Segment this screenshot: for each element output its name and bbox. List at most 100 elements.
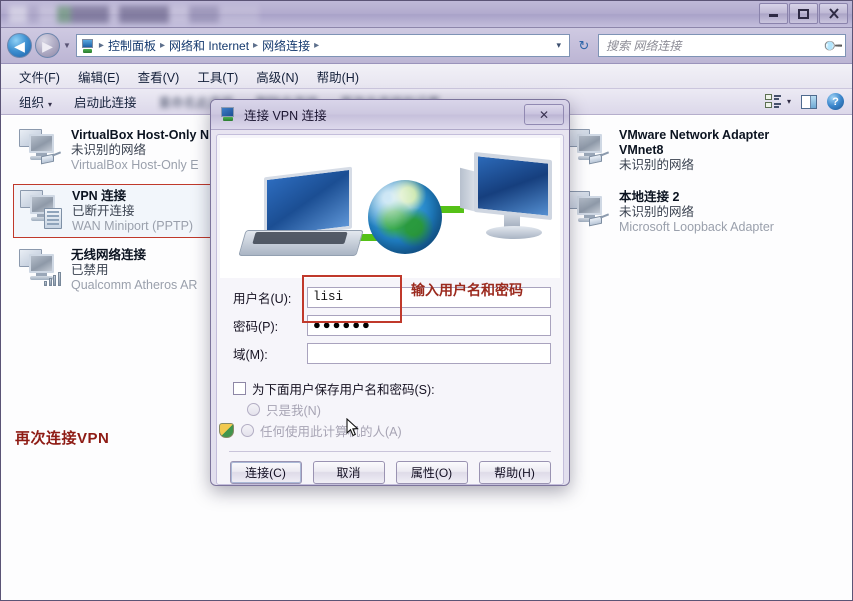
connection-device: Microsoft Loopback Adapter	[619, 220, 774, 234]
menu-item-advanced[interactable]: 高级(N)	[256, 67, 298, 86]
annotation-reconnect-vpn: 再次连接VPN	[15, 430, 110, 447]
server-stack-icon	[44, 208, 62, 229]
cable-plug-icon	[589, 151, 610, 166]
radio-anyone-row[interactable]: 任何使用此计算机的人(A)	[219, 420, 551, 441]
view-chevron-down-icon[interactable]: ▾	[787, 97, 791, 106]
cancel-button[interactable]: 取消	[312, 461, 385, 484]
organize-button[interactable]: 组织 ▾	[19, 92, 52, 111]
breadcrumb-item-0[interactable]: 控制面板	[105, 35, 159, 56]
breadcrumb-item-1[interactable]: 网络和 Internet	[166, 35, 252, 56]
connection-name: VPN 连接	[72, 189, 127, 203]
connection-status: 已断开连接	[72, 204, 135, 218]
connection-status: 未识别的网络	[619, 205, 695, 219]
address-bar: ◀ ▶ ▼ ▸ 控制面板 ▸ 网络和 Internet ▸ 网络连接 ▸ ▾ ↻…	[1, 28, 852, 64]
network-computer-icon	[17, 127, 63, 169]
save-credentials-row[interactable]: 为下面用户保存用户名和密码(S):	[233, 378, 551, 399]
window-controls	[759, 3, 848, 24]
signal-bars-icon	[44, 270, 62, 286]
refresh-icon[interactable]: ↻	[573, 34, 595, 57]
preview-pane-icon[interactable]	[801, 94, 817, 109]
search-icon: 🔍	[821, 34, 844, 57]
list-item-text: VPN 连接 已断开连接 WAN Miniport (PPTP)	[72, 188, 193, 234]
connect-button[interactable]: 连接(C)	[229, 461, 302, 484]
save-credentials-checkbox[interactable]	[233, 382, 246, 395]
maximize-button[interactable]	[789, 3, 818, 24]
history-chevron-down-icon[interactable]: ▼	[63, 41, 71, 50]
help-icon[interactable]: ?	[827, 93, 844, 110]
shield-icon	[219, 423, 234, 438]
menu-item-help[interactable]: 帮助(H)	[317, 67, 359, 86]
domain-label: 域(M):	[233, 347, 268, 362]
connection-device: VirtualBox Host-Only E	[71, 158, 199, 172]
network-computer-icon	[18, 188, 64, 230]
laptop-icon	[238, 166, 364, 260]
dialog-close-button[interactable]: ✕	[524, 104, 564, 125]
window-title-bar[interactable]	[1, 1, 852, 28]
password-input[interactable]: ●●●●●●	[307, 314, 551, 336]
breadcrumb-separator: ▸	[98, 40, 104, 51]
breadcrumb-separator: ▸	[314, 40, 320, 51]
save-credentials-options: 为下面用户保存用户名和密码(S): 只是我(N) 任何使用此计算机的人(A)	[217, 370, 563, 441]
breadcrumb[interactable]: ▸ 控制面板 ▸ 网络和 Internet ▸ 网络连接 ▸ ▾	[75, 34, 570, 57]
username-label: 用户名(U):	[233, 291, 292, 306]
list-item-text: VMware Network Adapter VMnet8 未识别的网络	[619, 127, 769, 173]
dialog-title-bar[interactable]: 连接 VPN 连接 ✕	[211, 100, 569, 130]
domain-input[interactable]	[307, 342, 551, 364]
list-item-text: 本地连接 2 未识别的网络 Microsoft Loopback Adapter	[619, 189, 774, 235]
network-computer-icon	[17, 247, 63, 289]
radio-only-me-row[interactable]: 只是我(N)	[233, 399, 551, 420]
cable-plug-icon	[589, 213, 610, 228]
organize-label: 组织	[19, 96, 45, 110]
radio-only-me[interactable]	[247, 403, 260, 416]
radio-only-me-label: 只是我(N)	[266, 404, 321, 418]
globe-icon	[368, 180, 442, 254]
menu-item-view[interactable]: 查看(V)	[138, 67, 180, 86]
start-connection-button[interactable]: 启动此连接	[74, 92, 137, 111]
connection-status: 已禁用	[71, 263, 109, 277]
connection-device: WAN Miniport (PPTP)	[72, 219, 194, 233]
minimize-button[interactable]	[759, 3, 788, 24]
properties-button[interactable]: 属性(O)	[395, 461, 468, 484]
list-item-vmware-vmnet8[interactable]: VMware Network Adapter VMnet8 未识别的网络	[561, 124, 851, 176]
connection-status: 未识别的网络	[71, 143, 147, 157]
list-item-local-connection-2[interactable]: 本地连接 2 未识别的网络 Microsoft Loopback Adapter	[561, 186, 851, 238]
breadcrumb-item-2[interactable]: 网络连接	[259, 35, 313, 56]
radio-anyone-label: 任何使用此计算机的人(A)	[260, 425, 402, 439]
dialog-title: 连接 VPN 连接	[244, 109, 327, 123]
dialog-buttons: 连接(C) 取消 属性(O) 帮助(H)	[217, 452, 563, 484]
list-item-text: 无线网络连接 已禁用 Qualcomm Atheros AR	[71, 247, 197, 293]
monitor-icon	[456, 151, 552, 252]
search-placeholder: 搜索 网络连接	[606, 39, 682, 53]
menu-bar: 文件(F) 编辑(E) 查看(V) 工具(T) 高级(N) 帮助(H)	[1, 64, 852, 89]
connection-device: Qualcomm Atheros AR	[71, 278, 198, 292]
list-item-text: VirtualBox Host-Only N 未识别的网络 VirtualBox…	[71, 127, 209, 173]
password-row: 密码(P): ●●●●●●	[233, 314, 551, 336]
radio-anyone[interactable]	[241, 424, 254, 437]
network-folder-icon	[80, 38, 96, 54]
address-dropdown-caret-icon[interactable]: ▾	[550, 40, 567, 51]
network-computer-icon	[565, 189, 611, 231]
network-computer-icon	[565, 127, 611, 169]
window-title-text	[9, 6, 259, 23]
back-arrow-icon[interactable]: ◀	[7, 33, 32, 58]
connection-name: VirtualBox Host-Only N	[71, 128, 209, 142]
menu-item-tools[interactable]: 工具(T)	[197, 67, 238, 86]
close-button[interactable]	[819, 3, 848, 24]
mouse-cursor	[346, 417, 359, 437]
connection-name-line2: VMnet8	[619, 143, 664, 157]
cable-plug-icon	[41, 151, 62, 166]
view-layout-icon[interactable]	[764, 94, 781, 109]
help-button[interactable]: 帮助(H)	[478, 461, 551, 484]
dialog-body: 用户名(U): lisi 密码(P): ●●●●●● 域(M): 为下面用户保存…	[216, 134, 564, 485]
menu-item-edit[interactable]: 编辑(E)	[78, 67, 120, 86]
search-input[interactable]: 搜索 网络连接 🔍	[598, 34, 846, 57]
forward-arrow-icon[interactable]: ▶	[35, 33, 60, 58]
vpn-illustration	[220, 138, 560, 278]
vpn-connect-dialog: 连接 VPN 连接 ✕ 用户名(U): lisi 密码(P): ●●●●●● 域…	[210, 99, 570, 486]
breadcrumb-separator: ▸	[253, 40, 259, 51]
chevron-down-icon: ▾	[48, 100, 53, 109]
annotation-enter-credentials: 输入用户名和密码	[411, 282, 523, 298]
connection-status: 未识别的网络	[619, 158, 695, 172]
domain-row: 域(M):	[233, 342, 551, 364]
menu-item-file[interactable]: 文件(F)	[19, 67, 60, 86]
